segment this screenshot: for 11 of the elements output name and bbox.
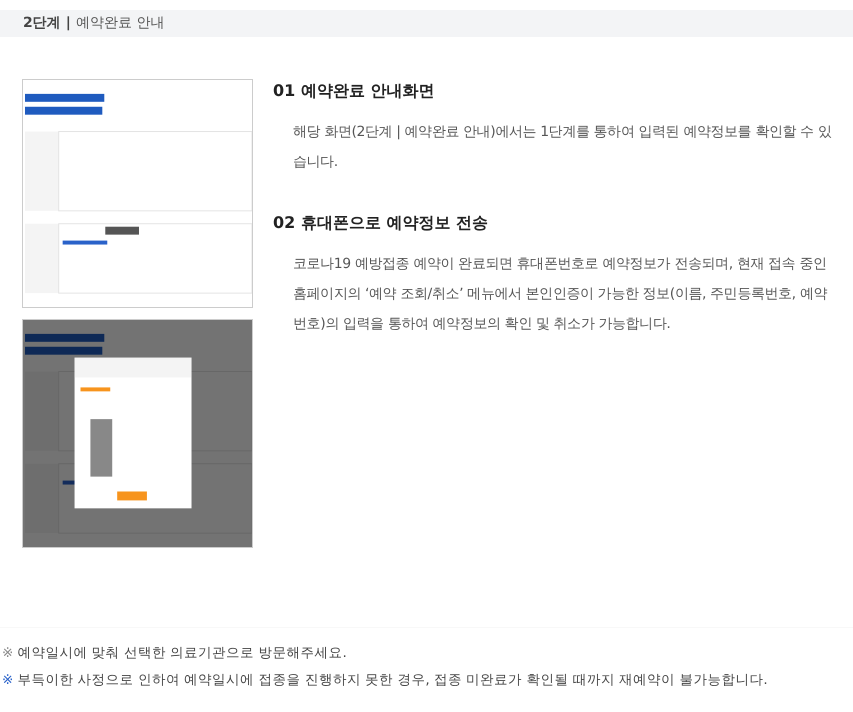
note-text: 예약일시에 맞춰 선택한 의료기관으로 방문해주세요.	[17, 644, 347, 663]
page-title: 예약완료 안내	[76, 14, 164, 33]
note-text: 부득이한 사정으로 인하여 예약일시에 접종을 진행하지 못한 경우, 접종 미완료가 확인될 때까지 재예약이 불가능합니다.	[17, 671, 768, 690]
section-heading: 01 예약완료 안내화면	[273, 80, 436, 102]
separator: |	[66, 14, 71, 33]
step-label: 2단계	[23, 14, 61, 33]
section-text: 해당 화면(2단계 | 예약완료 안내)에서는 1단계를 통하여 입력된 예약정보를 확인할 수 있습니다.	[292, 123, 832, 172]
note-mark: ※	[2, 671, 14, 690]
section-heading: 02 휴대폰으로 예약정보 전송	[273, 212, 489, 234]
note-mark: ※	[2, 644, 14, 663]
section-text: 코로나19 예방접종 예약이 완료되면 휴대폰번호로 예약정보가 전송되며, 현재 접속 중인 홈페이지의 ‘예약 조회/취소’ 메뉴에서 본인인증이 가능한 정보(이름, 주민등록번호, 예약번호)의 입력을 통하여 예약정보의 확인 및 취소가 가능합니다.	[292, 255, 828, 334]
